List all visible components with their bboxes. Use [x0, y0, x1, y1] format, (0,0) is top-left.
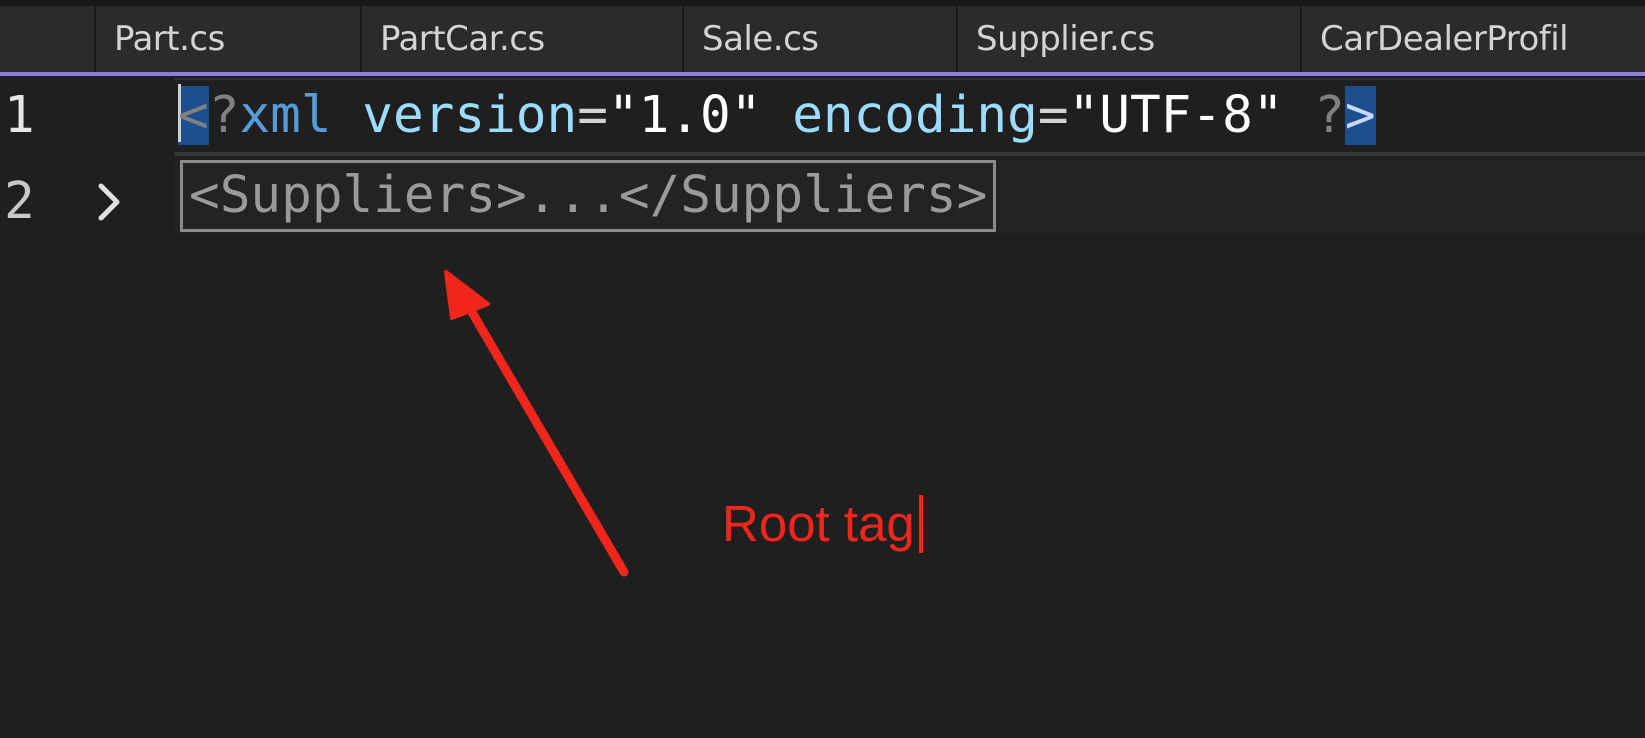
- pi-name: xml: [239, 86, 332, 145]
- attr-equals: =: [1037, 86, 1069, 145]
- matched-bracket-close: >: [1344, 86, 1376, 145]
- attr-equals: =: [577, 86, 608, 145]
- attr-name-encoding: encoding: [792, 86, 1038, 145]
- pi-question-mark: ?: [208, 86, 240, 145]
- editor-window: Part.cs PartCar.cs Sale.cs Supplier.cs C…: [0, 0, 1645, 738]
- tab-supplier[interactable]: Supplier.cs: [958, 6, 1302, 72]
- chevron-right-icon[interactable]: [92, 176, 126, 228]
- attr-name-version: version: [362, 86, 578, 145]
- tab-cardealerprofile[interactable]: CarDealerProfil: [1302, 6, 1645, 72]
- collapsed-region[interactable]: <Suppliers>...</Suppliers>: [180, 160, 997, 232]
- attr-value-encoding: "UTF-8": [1068, 86, 1284, 145]
- tab-partcar[interactable]: PartCar.cs: [362, 6, 684, 72]
- tab-overflow-area[interactable]: [0, 6, 96, 72]
- attr-value-version: "1.0": [607, 86, 762, 145]
- code-line-1[interactable]: <?xml version="1.0" encoding="UTF-8" ?>: [178, 84, 1376, 148]
- annotation-label: Root tag: [722, 494, 923, 553]
- xml-open-bracket: <: [178, 86, 209, 145]
- annotation-text: Root tag: [722, 495, 915, 552]
- matched-bracket-open: <: [178, 84, 209, 145]
- xml-close-bracket: >: [1344, 86, 1376, 145]
- tab-part[interactable]: Part.cs: [96, 6, 362, 72]
- line-number: 2: [4, 172, 35, 231]
- line-number: 1: [4, 86, 35, 145]
- annotation-text-cursor: [918, 495, 923, 553]
- tab-bar: Part.cs PartCar.cs Sale.cs Supplier.cs C…: [0, 0, 1645, 72]
- tab-sale[interactable]: Sale.cs: [684, 6, 958, 72]
- code-editor[interactable]: 1 <?xml version="1.0" encoding="UTF-8" ?…: [0, 76, 1645, 738]
- pi-question-mark: ?: [1314, 86, 1345, 145]
